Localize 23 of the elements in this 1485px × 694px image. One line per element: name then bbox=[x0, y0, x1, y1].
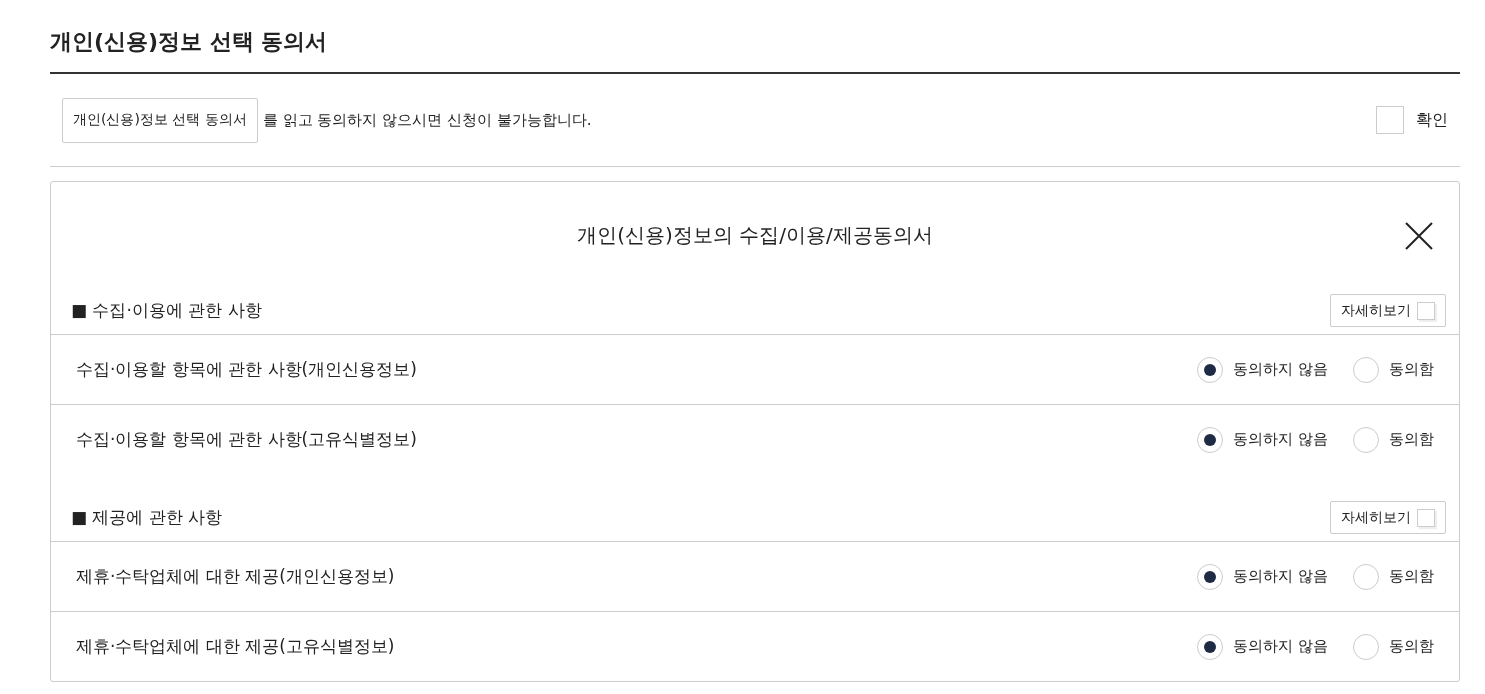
confirm-checkbox[interactable] bbox=[1376, 106, 1404, 134]
section-heading: ■ 제공에 관한 사항 bbox=[71, 506, 223, 529]
consent-item-label: 제휴·수탁업체에 대한 제공(고유식별정보) bbox=[76, 635, 395, 658]
radio-label: 동의함 bbox=[1389, 360, 1434, 379]
panel-title: 개인(신용)정보의 수집/이용/제공동의서 bbox=[577, 222, 933, 249]
close-icon[interactable] bbox=[1405, 222, 1433, 250]
consent-item-label: 수집·이용할 항목에 관한 사항(고유식별정보) bbox=[76, 428, 417, 451]
consent-item-label: 제휴·수탁업체에 대한 제공(개인신용정보) bbox=[76, 565, 395, 588]
radio-label: 동의하지 않음 bbox=[1233, 430, 1328, 449]
radio-label: 동의하지 않음 bbox=[1233, 567, 1328, 586]
radio-label: 동의함 bbox=[1389, 567, 1434, 586]
page-title: 개인(신용)정보 선택 동의서 bbox=[50, 0, 1460, 74]
detail-button[interactable]: 자세히보기 bbox=[1330, 501, 1446, 534]
consent-item-label: 수집·이용할 항목에 관한 사항(개인신용정보) bbox=[76, 358, 417, 381]
section-heading: ■ 수집·이용에 관한 사항 bbox=[71, 299, 262, 322]
notice-text: 를 읽고 동의하지 않으시면 신청이 불가능합니다. bbox=[262, 110, 592, 130]
detail-button[interactable]: 자세히보기 bbox=[1330, 294, 1446, 327]
radio-label: 동의함 bbox=[1389, 430, 1434, 449]
confirm-label: 확인 bbox=[1416, 109, 1448, 131]
radio-label: 동의함 bbox=[1389, 637, 1434, 656]
radio-label: 동의하지 않음 bbox=[1233, 360, 1328, 379]
radio-label: 동의하지 않음 bbox=[1233, 637, 1328, 656]
consent-document-button[interactable]: 개인(신용)정보 선택 동의서 bbox=[62, 97, 258, 143]
